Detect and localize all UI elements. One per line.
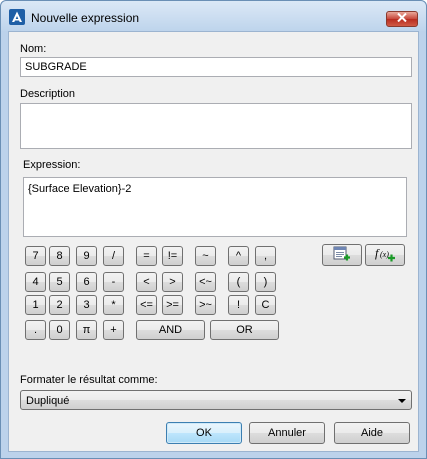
calc-button-comma[interactable]: , xyxy=(255,246,276,266)
calc-button-greater[interactable]: > xyxy=(162,272,183,292)
expression-input[interactable]: {Surface Elevation}-2 xyxy=(23,177,407,237)
nom-label: Nom: xyxy=(20,43,47,55)
calc-button-plus[interactable]: + xyxy=(103,320,124,340)
format-select[interactable]: Dupliqué xyxy=(20,390,412,410)
calc-button-2[interactable]: 2 xyxy=(49,295,70,315)
calc-button-5[interactable]: 5 xyxy=(49,272,70,292)
ok-button[interactable]: OK xyxy=(166,422,242,444)
insert-function-icon: f (x) xyxy=(374,246,396,265)
close-icon xyxy=(397,12,407,25)
description-input[interactable] xyxy=(20,103,412,149)
calc-button-clear[interactable]: C xyxy=(255,295,276,315)
close-button[interactable] xyxy=(386,11,418,27)
calc-button-9[interactable]: 9 xyxy=(76,246,97,266)
svg-text:(x): (x) xyxy=(380,250,389,259)
calc-button-greater-approx[interactable]: >~ xyxy=(195,295,216,315)
calc-button-0[interactable]: 0 xyxy=(49,320,70,340)
calc-button-1[interactable]: 1 xyxy=(25,295,46,315)
help-button[interactable]: Aide xyxy=(334,422,410,444)
calc-button-8[interactable]: 8 xyxy=(49,246,70,266)
format-label: Formater le résultat comme: xyxy=(20,374,158,386)
calc-button-divide[interactable]: / xyxy=(103,246,124,266)
calc-button-not[interactable]: ! xyxy=(228,295,249,315)
window-title: Nouvelle expression xyxy=(31,11,140,25)
insert-property-button[interactable] xyxy=(322,244,362,266)
nom-input[interactable]: SUBGRADE xyxy=(20,57,412,77)
calc-button-open-paren[interactable]: ( xyxy=(228,272,249,292)
cancel-button[interactable]: Annuler xyxy=(249,422,325,444)
description-label: Description xyxy=(20,88,76,100)
calc-button-close-paren[interactable]: ) xyxy=(255,272,276,292)
expression-label: Expression: xyxy=(23,159,81,171)
calc-button-multiply[interactable]: * xyxy=(103,295,124,315)
dialog-window: Nouvelle expression Nom: SUBGRADE Descri… xyxy=(0,0,427,459)
calc-button-or[interactable]: OR xyxy=(210,320,279,340)
calc-button-equals[interactable]: = xyxy=(136,246,157,266)
format-select-value: Dupliqué xyxy=(26,395,70,407)
insert-property-icon xyxy=(333,246,351,265)
dialog-content: Nom: SUBGRADE Description Expression: {S… xyxy=(8,31,419,452)
calc-button-3[interactable]: 3 xyxy=(76,295,97,315)
calc-button-greater-equal[interactable]: >= xyxy=(162,295,183,315)
calc-button-decimal[interactable]: . xyxy=(25,320,46,340)
calc-button-and[interactable]: AND xyxy=(136,320,205,340)
autocad-a-icon xyxy=(9,9,25,25)
calc-button-pi[interactable]: π xyxy=(76,320,97,340)
calc-button-4[interactable]: 4 xyxy=(25,272,46,292)
calc-button-approx[interactable]: ~ xyxy=(195,246,216,266)
calc-button-power[interactable]: ^ xyxy=(228,246,249,266)
calc-button-less-approx[interactable]: <~ xyxy=(195,272,216,292)
calc-button-not-equal[interactable]: != xyxy=(162,246,183,266)
calc-button-6[interactable]: 6 xyxy=(76,272,97,292)
title-bar[interactable]: Nouvelle expression xyxy=(1,1,426,31)
insert-function-button[interactable]: f (x) xyxy=(365,244,405,266)
calc-button-less-equal[interactable]: <= xyxy=(136,295,157,315)
calc-button-less[interactable]: < xyxy=(136,272,157,292)
calc-button-7[interactable]: 7 xyxy=(25,246,46,266)
calc-button-minus[interactable]: - xyxy=(103,272,124,292)
chevron-down-icon xyxy=(398,399,406,403)
